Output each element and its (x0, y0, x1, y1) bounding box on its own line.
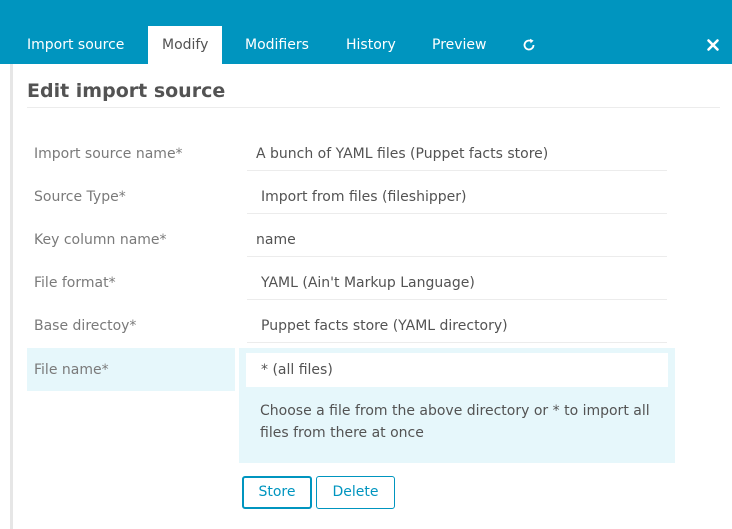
row-divider (247, 213, 667, 214)
title-divider (27, 107, 720, 108)
file-format-label: File format* (34, 275, 116, 291)
tab-modify[interactable]: Modify (148, 26, 223, 64)
base-directory-select[interactable]: Puppet facts store (YAML directory) (261, 318, 508, 334)
key-column-name-label: Key column name* (34, 232, 167, 248)
file-name-hint: Choose a file from the above directory o… (260, 403, 650, 441)
source-type-select[interactable]: Import from files (fileshipper) (261, 189, 466, 205)
tab-history[interactable]: History (346, 26, 396, 64)
import-source-name-label: Import source name* (34, 146, 183, 162)
row-divider (247, 256, 667, 257)
page-title: Edit import source (27, 80, 226, 102)
base-directory-label: Base directoy* (34, 318, 137, 334)
panel-left-border (10, 64, 13, 529)
store-button[interactable]: Store (242, 476, 312, 509)
row-divider (247, 342, 667, 343)
row-divider (247, 170, 667, 171)
tab-modifiers[interactable]: Modifiers (245, 26, 309, 64)
file-name-label: File name* (34, 362, 109, 378)
row-divider (247, 299, 667, 300)
reload-icon[interactable] (522, 38, 536, 52)
close-icon[interactable] (706, 38, 720, 52)
delete-button[interactable]: Delete (316, 476, 395, 509)
import-source-name-field[interactable]: A bunch of YAML files (Puppet facts stor… (256, 146, 548, 162)
source-type-label: Source Type* (34, 189, 126, 205)
tab-preview[interactable]: Preview (432, 26, 487, 64)
tab-bar: Import source Modify Modifiers History P… (0, 0, 732, 64)
file-format-select[interactable]: YAML (Ain't Markup Language) (261, 275, 475, 291)
key-column-name-field[interactable]: name (256, 232, 296, 248)
tab-import-source[interactable]: Import source (27, 26, 124, 64)
file-name-value: * (all files) (261, 362, 333, 378)
